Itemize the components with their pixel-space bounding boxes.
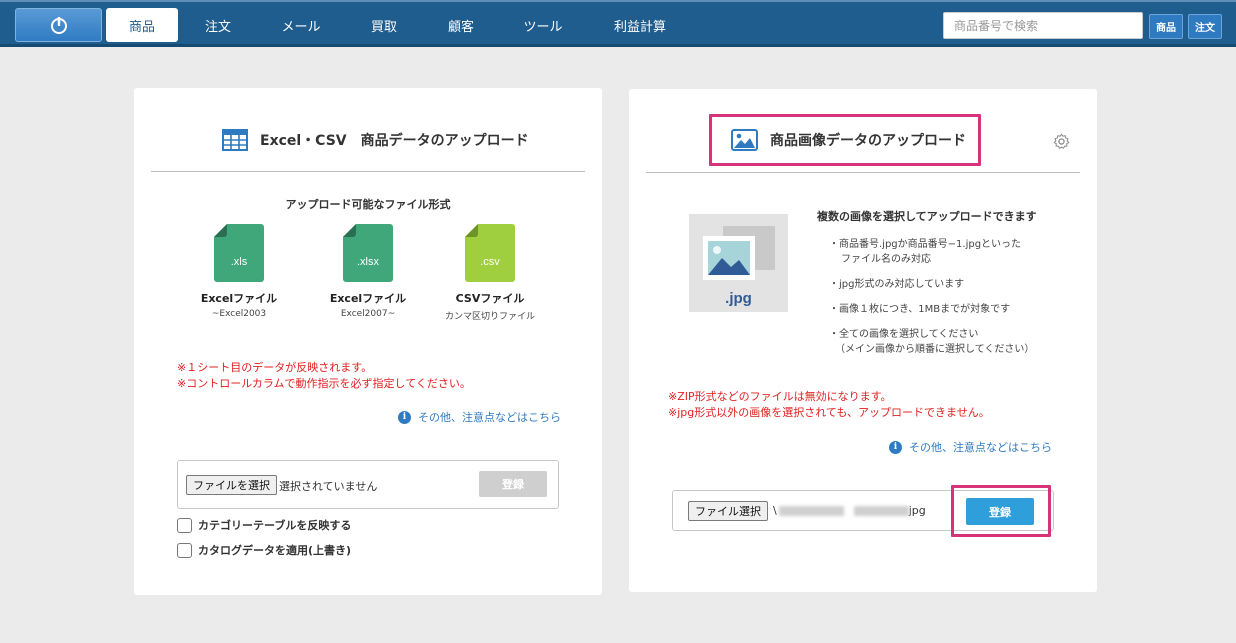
register-highlight-box [951, 485, 1051, 537]
right-info-link[interactable]: i その他、注意点などはこちら [889, 439, 1052, 455]
filetype-name: Excelファイル [200, 292, 278, 305]
nav-item-purchase[interactable]: 買取 [348, 8, 420, 42]
csv-card-title: Excel・CSV 商品データのアップロード [222, 129, 529, 151]
left-info-link[interactable]: i その他、注意点などはこちら [398, 409, 561, 425]
jpg-illustration: .jpg [689, 214, 788, 312]
checkbox-label: カタログデータを適用(上書き) [198, 544, 352, 557]
desc-bullets: ・商品番号.jpgか商品番号−1.jpgといった ファイル名のみ対応 ・jpg形… [829, 237, 1034, 357]
jpg-label: .jpg [725, 290, 752, 307]
note-line: ※ZIP形式などのファイルは無効になります。 [668, 390, 892, 403]
nav-item-profit[interactable]: 利益計算 [604, 8, 676, 42]
filetype-sub: Excel2007~ [340, 309, 396, 319]
bullet-line: ・画像１枚につき、1MBまでが対象です [829, 304, 1011, 315]
nav-item-tools[interactable]: ツール [507, 8, 579, 42]
checkbox[interactable] [177, 517, 192, 533]
xlsx-ext-label: .xlsx [357, 256, 380, 268]
filetype-name: Excelファイル [329, 292, 407, 305]
filetype-xls: .xls Excelファイル ~Excel2003 [189, 224, 289, 319]
csv-ext-label: .csv [480, 256, 500, 268]
info-icon: i [398, 410, 411, 424]
home-button[interactable] [15, 8, 102, 42]
search-product-button[interactable]: 商品 [1149, 14, 1183, 39]
redacted-text [853, 505, 909, 516]
nav-item-orders[interactable]: 注文 [182, 8, 254, 42]
left-notes: ※１シート目のデータが反映されます。 ※コントロールカラムで動作指示を必ず指定し… [177, 360, 471, 392]
filetype-xlsx: .xlsx Excelファイル Excel2007~ [318, 224, 418, 319]
filetype-sub: ~Excel2003 [211, 309, 267, 319]
search-input[interactable] [943, 12, 1143, 39]
left-register-button[interactable]: 登録 [479, 471, 547, 497]
catalog-data-option[interactable]: カタログデータを適用(上書き) [177, 542, 351, 558]
title-highlight-box [709, 114, 981, 166]
file-path-prefix: \ [773, 504, 777, 517]
filetype-name: CSVファイル [455, 292, 525, 305]
power-icon [50, 17, 67, 34]
nav-item-mail[interactable]: メール [265, 8, 337, 42]
image-upload-card: 商品画像データのアップロード .jpg 複数の画像を選択してアップロードできます… [629, 89, 1097, 592]
search-order-button[interactable]: 注文 [1188, 14, 1222, 39]
note-line: ※jpg形式以外の画像を選択されても、アップロードできません。 [668, 406, 990, 419]
checkbox[interactable] [177, 542, 192, 558]
divider [646, 172, 1080, 173]
category-table-option[interactable]: カテゴリーテーブルを反映する [177, 517, 351, 533]
table-icon [222, 129, 248, 151]
redacted-text [778, 505, 844, 516]
info-link-text: その他、注意点などはこちら [418, 411, 561, 424]
bullet-line: ・全ての画像を選択してください [829, 329, 979, 340]
bullet-line: （メイン画像から順番に選択してください） [835, 344, 1035, 355]
csv-file-icon: .csv [465, 224, 515, 282]
right-notes: ※ZIP形式などのファイルは無効になります。 ※jpg形式以外の画像を選択されて… [668, 389, 990, 421]
bullet-line: ・商品番号.jpgか商品番号−1.jpgといった [829, 239, 1022, 250]
gear-icon[interactable] [1053, 133, 1070, 150]
divider [151, 171, 585, 172]
xlsx-file-icon: .xlsx [343, 224, 393, 282]
nav-item-products[interactable]: 商品 [106, 8, 178, 42]
selected-file-name: \ jpg [773, 504, 926, 517]
top-nav: 商品 注文 メール 買取 顧客 ツール 利益計算 商品 注文 [0, 0, 1236, 47]
choose-file-button[interactable]: ファイルを選択 [186, 475, 277, 495]
bullet-line: ・jpg形式のみ対応しています [829, 279, 965, 290]
file-status: 選択されていません [279, 480, 378, 493]
formats-heading: アップロード可能なファイル形式 [285, 198, 451, 211]
xls-ext-label: .xls [231, 256, 248, 268]
filetype-csv: .csv CSVファイル カンマ区切りファイル [425, 224, 555, 322]
filetype-sub: カンマ区切りファイル [444, 312, 535, 322]
desc-heading: 複数の画像を選択してアップロードできます [817, 210, 1037, 223]
csv-card-title-text: Excel・CSV 商品データのアップロード [260, 133, 529, 149]
choose-file-button[interactable]: ファイル選択 [688, 501, 768, 521]
info-icon: i [889, 440, 902, 454]
info-link-text: その他、注意点などはこちら [909, 441, 1052, 454]
nav-item-customers[interactable]: 顧客 [425, 8, 497, 42]
file-path-suffix: jpg [908, 504, 926, 517]
left-file-box: ファイルを選択 選択されていません 登録 [177, 460, 559, 509]
note-line: ※コントロールカラムで動作指示を必ず指定してください。 [177, 377, 471, 390]
note-line: ※１シート目のデータが反映されます。 [177, 361, 373, 374]
xls-file-icon: .xls [214, 224, 264, 282]
checkbox-label: カテゴリーテーブルを反映する [198, 519, 352, 532]
bullet-line: ファイル名のみ対応 [841, 254, 931, 265]
csv-upload-card: Excel・CSV 商品データのアップロード アップロード可能なファイル形式 .… [134, 88, 602, 595]
